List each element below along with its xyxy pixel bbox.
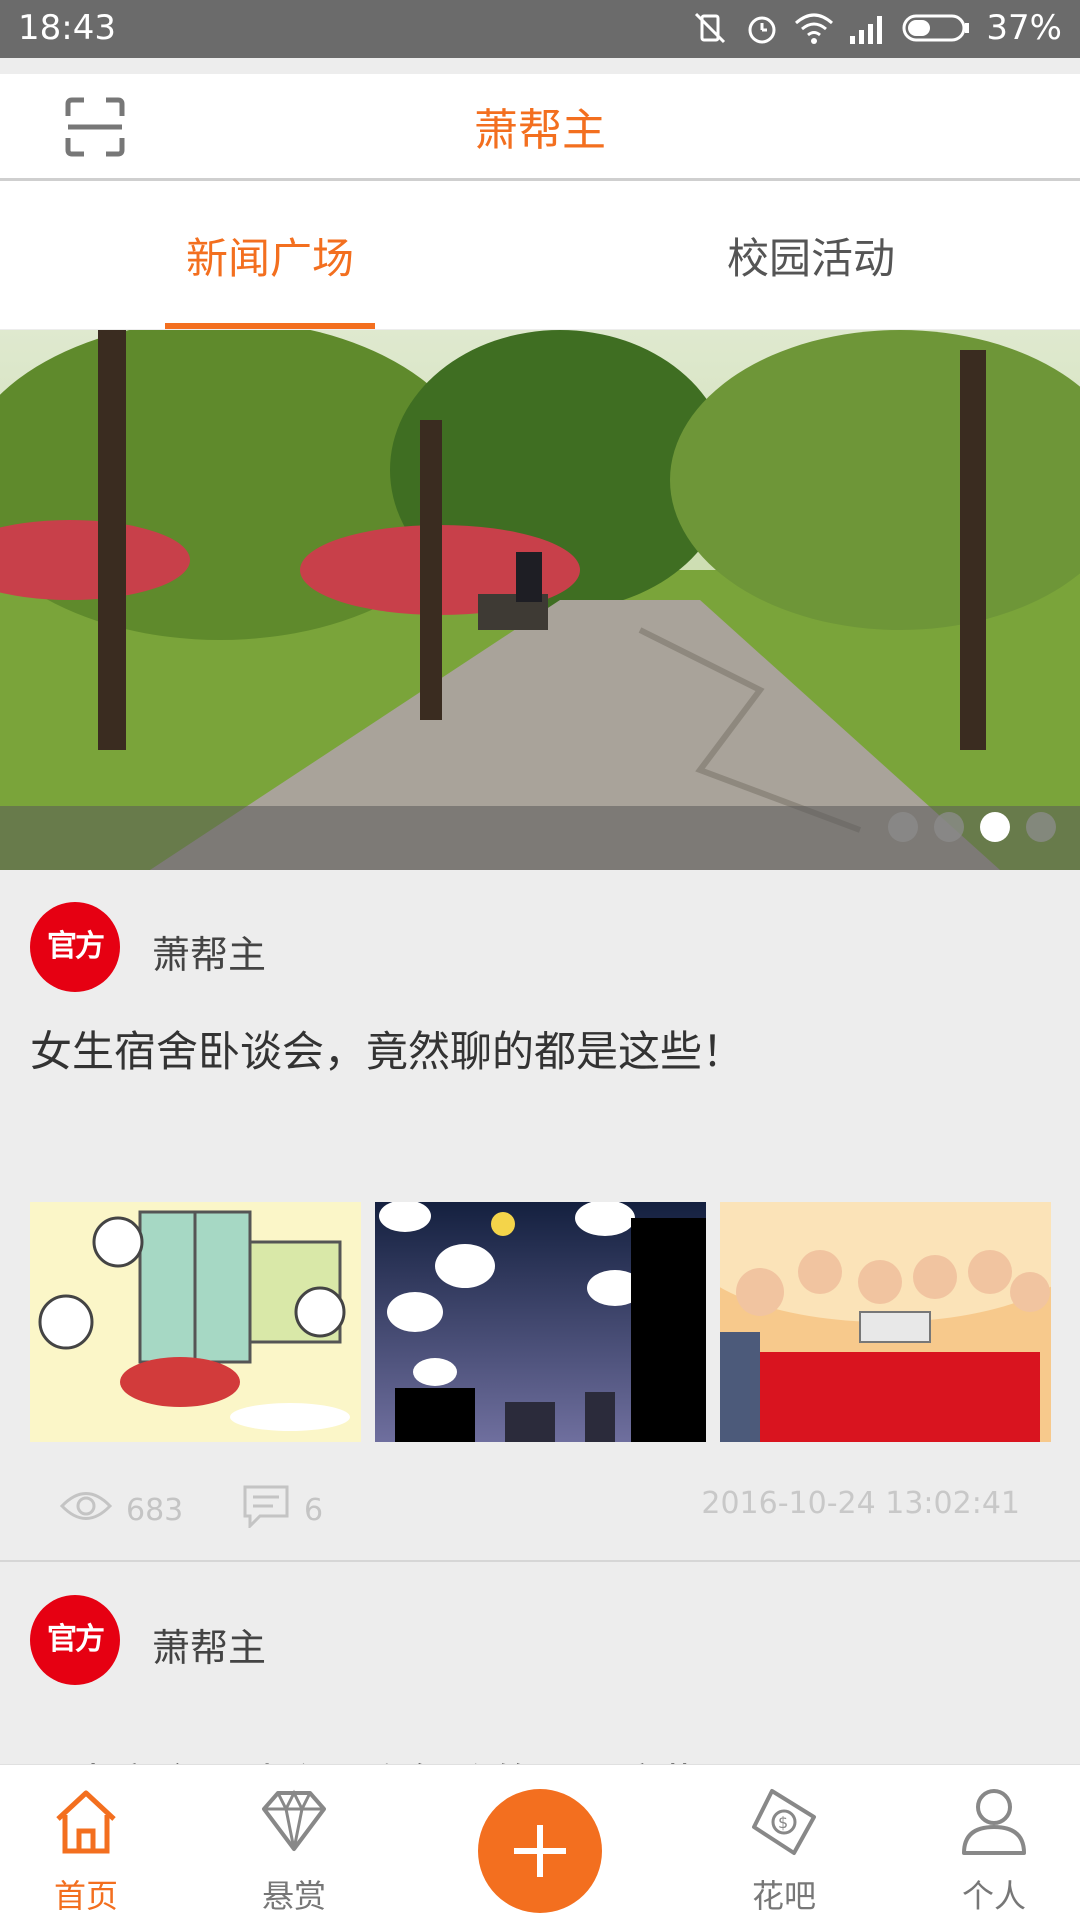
alarm-icon: [744, 10, 780, 46]
banner-image: [0, 330, 1080, 870]
post-thumbnail[interactable]: [375, 1202, 706, 1442]
plus-icon: [514, 1825, 566, 1877]
eye-icon: [59, 1489, 113, 1531]
post-title: 男生宿舍卧谈会，竟然聊的都是这些！: [30, 1751, 744, 1764]
nav-home[interactable]: 首页: [6, 1765, 166, 1921]
vibrate-off-icon: [690, 10, 730, 46]
signal-icon: [848, 12, 888, 44]
post-stats: 683 6: [59, 1484, 324, 1536]
official-badge: 官方: [30, 1595, 120, 1685]
page-title: 萧帮主: [474, 105, 606, 156]
status-time: 18:43: [18, 8, 116, 48]
carousel-dots: [888, 812, 1056, 842]
add-post-button[interactable]: [478, 1789, 602, 1913]
svg-text:$: $: [778, 1813, 788, 1832]
carousel-dot-active[interactable]: [980, 812, 1010, 842]
post-thumbnail[interactable]: [720, 1202, 1051, 1442]
post-author: 萧帮主: [152, 933, 267, 977]
news-post[interactable]: 官方 萧帮主 男生宿舍卧谈会，竟然聊的都是这些！: [0, 1563, 1080, 1764]
app-header: 萧帮主: [0, 74, 1080, 181]
comment-icon: [242, 1484, 290, 1536]
post-divider: [0, 1560, 1080, 1562]
person-icon: [962, 1789, 1026, 1855]
post-author: 萧帮主: [152, 1626, 267, 1670]
home-icon: [56, 1790, 116, 1854]
money-tag-icon: $: [752, 1789, 816, 1855]
diamond-icon: [262, 1789, 326, 1851]
tab-campus-activities[interactable]: 校园活动: [727, 225, 895, 286]
news-post[interactable]: 官方 萧帮主 女生宿舍卧谈会，竟然聊的都是这些！ 683 6 2016-10-2…: [0, 870, 1080, 1562]
tab-bar: 新闻广场 校园活动: [0, 181, 1080, 329]
post-thumbnail[interactable]: [30, 1202, 361, 1442]
nav-flower-bar-label: 花吧: [751, 1877, 816, 1915]
nav-bounty-label: 悬赏: [261, 1877, 326, 1915]
post-title: 女生宿舍卧谈会，竟然聊的都是这些！: [30, 1027, 745, 1076]
bottom-navigation: 首页 悬赏 $ 花吧 个人: [0, 1764, 1080, 1921]
nav-home-label: 首页: [53, 1877, 118, 1915]
active-tab-indicator: [165, 323, 375, 329]
banner-carousel[interactable]: [0, 330, 1080, 870]
comment-count: 6: [304, 1492, 324, 1528]
view-count: 683: [126, 1492, 184, 1528]
nav-flower-bar[interactable]: $ 花吧: [704, 1765, 864, 1921]
official-badge: 官方: [30, 902, 120, 992]
battery-icon: [902, 12, 972, 44]
carousel-dot[interactable]: [1026, 812, 1056, 842]
nav-personal-label: 个人: [961, 1877, 1026, 1915]
post-timestamp: 2016-10-24 13:02:41: [701, 1486, 1020, 1521]
tab-news-square[interactable]: 新闻广场: [186, 225, 354, 286]
nav-bounty[interactable]: 悬赏: [214, 1765, 374, 1921]
carousel-dot[interactable]: [888, 812, 918, 842]
battery-percent: 37%: [986, 8, 1062, 48]
nav-personal[interactable]: 个人: [914, 1765, 1074, 1921]
wifi-icon: [794, 11, 834, 45]
status-bar: 18:43 37%: [0, 0, 1080, 58]
carousel-dot[interactable]: [934, 812, 964, 842]
